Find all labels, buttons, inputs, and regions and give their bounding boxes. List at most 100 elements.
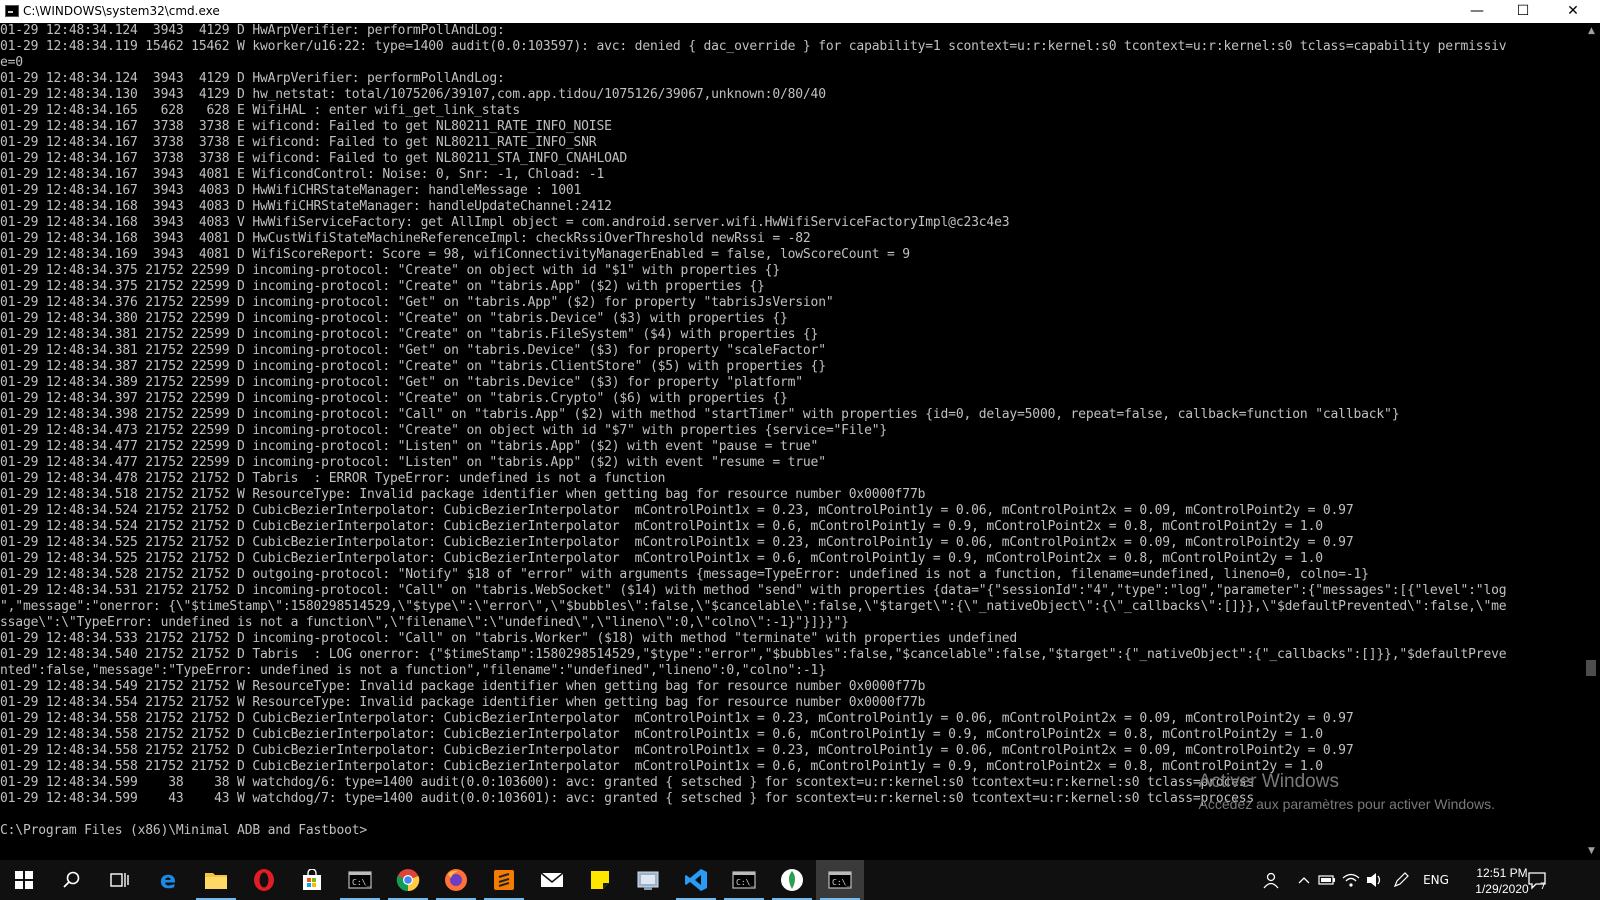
opera-icon [254,869,274,891]
taskbar-green-app[interactable] [768,860,816,900]
console-line: 01-29 12:48:34.168 3943 4081 D HwCustWif… [0,231,811,246]
console-line: 01-29 12:48:34.381 21752 22599 D incomin… [0,327,819,342]
console-line: 01-29 12:48:34.165 628 628 E WifiHAL : e… [0,103,520,118]
input-language-indicator[interactable]: ENG [1416,860,1456,900]
svg-text:C:\_: C:\_ [832,878,851,887]
taskbar-installer[interactable] [624,860,672,900]
notification-count: 7 [1540,882,1546,890]
task-view-button[interactable] [96,860,144,900]
console-line: 01-29 12:48:34.398 21752 22599 D incomin… [0,407,1400,422]
console-line: 01-29 12:48:34.524 21752 21752 D CubicBe… [0,519,1323,534]
network-button[interactable] [1340,860,1362,900]
log-text: 01-29 12:48:34.124 3943 4129 D HwArpVeri… [0,23,1583,839]
console-line: 01-29 12:48:34.473 21752 22599 D incomin… [0,423,888,438]
taskbar-firefox[interactable] [432,860,480,900]
console-line: 01-29 12:48:34.525 21752 21752 D CubicBe… [0,551,1323,566]
activation-watermark: Activer Windows Accédez aux paramètres p… [1199,771,1495,813]
search-icon [63,871,80,888]
console-line: ssage\":\"TypeError: undefined is not a … [0,615,849,630]
leaf-icon [781,869,803,891]
console-line: 01-29 12:48:34.375 21752 22599 D incomin… [0,279,765,294]
taskbar-chrome[interactable] [384,860,432,900]
cmd-app-icon[interactable] [5,5,19,17]
console-line: 01-29 12:48:34.381 21752 22599 D incomin… [0,343,826,358]
taskbar: e C:\_ C:\_ C:\_ ENG 12:51 PM 1/29/2020 … [0,860,1600,900]
console-line: 01-29 12:48:34.528 21752 21752 D outgoin… [0,567,1369,582]
windows-logo-icon [15,871,33,889]
sticky-note-icon [591,871,609,889]
console-line: 01-29 12:48:34.380 21752 22599 D incomin… [0,311,788,326]
watermark-title: Activer Windows [1198,771,1339,792]
cmd-icon: C:\_ [732,871,756,889]
console-line: 01-29 12:48:34.167 3943 4081 E WificondC… [0,167,605,182]
console-line: 01-29 12:48:34.477 21752 22599 D incomin… [0,455,826,470]
svg-text:C:\_: C:\_ [352,878,371,887]
console-line: 01-29 12:48:34.387 21752 22599 D incomin… [0,359,826,374]
console-line: 01-29 12:48:34.549 21752 21752 W Resourc… [0,679,926,694]
window-title: C:\WINDOWS\system32\cmd.exe [23,4,220,18]
console-line: 01-29 12:48:34.167 3943 4083 D HwWifiCHR… [0,183,582,198]
task-view-icon [110,873,129,887]
action-center-button[interactable]: 7 [1522,860,1552,900]
console-output[interactable]: 01-29 12:48:34.124 3943 4129 D HwArpVeri… [0,23,1583,860]
taskbar-sticky-notes[interactable] [576,860,624,900]
maximize-button[interactable]: ☐ [1500,0,1546,23]
taskbar-mail[interactable] [528,860,576,900]
people-icon [1263,872,1279,889]
console-line: 01-29 12:48:34.477 21752 22599 D incomin… [0,439,819,454]
start-button[interactable] [0,860,48,900]
folder-icon [205,873,227,889]
taskbar-file-explorer[interactable] [192,860,240,900]
battery-icon [1318,875,1335,885]
console-line: 01-29 12:48:34.130 3943 4129 D hw_netsta… [0,87,826,102]
battery-button[interactable] [1316,860,1338,900]
console-line: 01-29 12:48:34.168 3943 4083 V HwWifiSer… [0,215,1010,230]
volume-button[interactable] [1364,860,1386,900]
scrollbar-thumb[interactable] [1586,660,1596,676]
vertical-scrollbar[interactable]: ▲ ▼ [1583,23,1600,860]
taskbar-cmd-1[interactable]: C:\_ [336,860,384,900]
console-line: 01-29 12:48:34.389 21752 22599 D incomin… [0,375,803,390]
console-line: 01-29 12:48:34.554 21752 21752 W Resourc… [0,695,926,710]
console-line: 01-29 12:48:34.124 3943 4129 D HwArpVeri… [0,23,505,38]
speaker-icon [1367,873,1381,887]
console-line: 01-29 12:48:34.167 3738 3738 E wificond:… [0,151,628,166]
minimize-button[interactable]: — [1454,0,1500,23]
console-line: nted":false,"message":"TypeError: undefi… [0,663,826,678]
window-title-bar[interactable]: C:\WINDOWS\system32\cmd.exe — ☐ ✕ [0,0,1600,23]
wifi-icon [1342,873,1360,887]
console-line: 01-29 12:48:34.533 21752 21752 D incomin… [0,631,1018,646]
scroll-up-arrow[interactable]: ▲ [1583,23,1600,40]
taskbar-vscode[interactable] [672,860,720,900]
taskbar-opera[interactable] [240,860,288,900]
console-line: 01-29 12:48:34.524 21752 21752 D CubicBe… [0,503,1354,518]
search-button[interactable] [48,860,96,900]
taskbar-cmd-active[interactable]: C:\_ [816,860,864,900]
watermark-subtitle: Accédez aux paramètres pour activer Wind… [1198,796,1495,812]
console-line: 01-29 12:48:34.397 21752 22599 D incomin… [0,391,788,406]
console-line: C:\Program Files (x86)\Minimal ADB and F… [0,823,368,838]
taskbar-edge[interactable]: e [144,860,192,900]
people-button[interactable] [1258,860,1284,900]
show-hidden-icons-button[interactable] [1294,860,1314,900]
scroll-down-arrow[interactable]: ▼ [1583,843,1600,860]
console-line: 01-29 12:48:34.168 3943 4083 D HwWifiCHR… [0,199,612,214]
console-line: 01-29 12:48:34.558 21752 21752 D CubicBe… [0,743,1354,758]
taskbar-sublime-text[interactable] [480,860,528,900]
console-line: 01-29 12:48:34.558 21752 21752 D CubicBe… [0,711,1354,726]
console-line: 01-29 12:48:34.169 3943 4081 D WifiScore… [0,247,910,262]
close-button[interactable]: ✕ [1546,0,1600,23]
console-line: 01-29 12:48:34.375 21752 22599 D incomin… [0,263,780,278]
console-line: 01-29 12:48:34.558 21752 21752 D CubicBe… [0,727,1323,742]
mail-icon [540,872,564,887]
taskbar-cmd-2[interactable]: C:\_ [720,860,768,900]
console-line: e=0 [0,55,23,70]
console-line: 01-29 12:48:34.124 3943 4129 D HwArpVeri… [0,71,505,86]
taskbar-store[interactable] [288,860,336,900]
installer-icon [637,871,659,890]
console-line: ","message":"onerror: {\"$timeStamp\":15… [0,599,1507,614]
store-icon [303,869,321,890]
chevron-up-icon [1298,877,1310,884]
console-line: 01-29 12:48:34.376 21752 22599 D incomin… [0,295,834,310]
pen-workspace-button[interactable] [1390,860,1412,900]
